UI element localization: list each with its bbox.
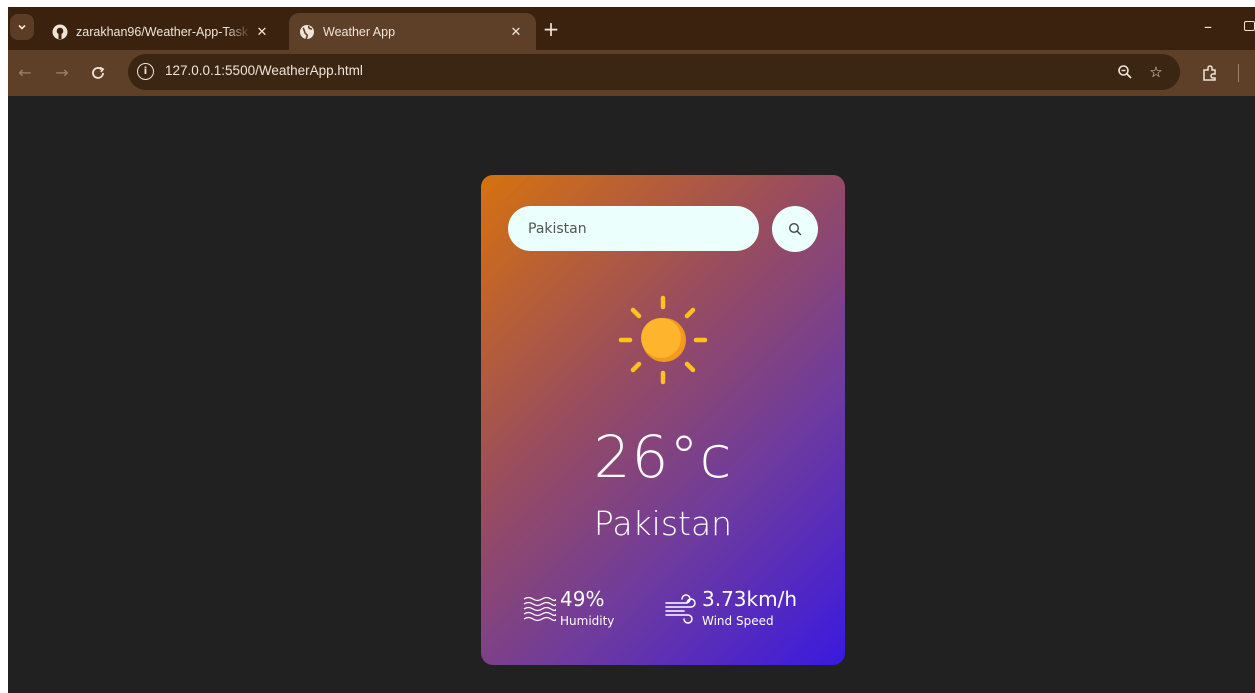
tab-strip: zarakhan96/Weather-App-Task ✕ Weather Ap… bbox=[8, 7, 1255, 50]
search-button[interactable] bbox=[772, 206, 818, 252]
search-icon bbox=[788, 222, 802, 236]
github-icon bbox=[52, 24, 68, 40]
tab-title: zarakhan96/Weather-App-Task bbox=[76, 24, 249, 39]
wind-icon bbox=[665, 594, 696, 624]
site-info-icon[interactable]: i bbox=[137, 63, 154, 80]
tab-weather-app[interactable]: Weather App ✕ bbox=[289, 13, 536, 50]
browser-window: zarakhan96/Weather-App-Task ✕ Weather Ap… bbox=[8, 7, 1255, 693]
tab-title: Weather App bbox=[323, 24, 396, 39]
chevron-down-icon bbox=[18, 24, 26, 30]
tab-github[interactable]: zarakhan96/Weather-App-Task ✕ bbox=[42, 13, 282, 50]
close-tab-icon[interactable]: ✕ bbox=[252, 22, 272, 42]
humidity-text: 49% Humidity bbox=[560, 587, 614, 628]
tab-search-button[interactable] bbox=[10, 14, 34, 40]
extensions-icon[interactable] bbox=[1198, 61, 1222, 85]
address-bar[interactable]: i 127.0.0.1:5500/WeatherApp.html ☆ bbox=[128, 54, 1180, 90]
humidity-detail: 49% Humidity bbox=[522, 587, 614, 628]
city-name: Pakistan bbox=[593, 504, 733, 543]
sun-icon bbox=[618, 295, 708, 385]
city-search-input[interactable] bbox=[508, 206, 759, 251]
back-button[interactable]: ← bbox=[13, 61, 37, 85]
globe-icon bbox=[299, 24, 315, 40]
page-viewport: 26°c Pakistan 49% Humidity bbox=[8, 96, 1255, 693]
close-tab-icon[interactable]: ✕ bbox=[506, 22, 526, 42]
humidity-label: Humidity bbox=[560, 614, 615, 628]
reload-button[interactable] bbox=[86, 61, 110, 85]
zoom-icon[interactable] bbox=[1115, 62, 1135, 82]
address-url[interactable]: 127.0.0.1:5500/WeatherApp.html bbox=[165, 63, 363, 78]
humidity-waves-icon bbox=[523, 596, 556, 622]
bookmark-star-icon[interactable]: ☆ bbox=[1146, 62, 1166, 82]
wind-detail: 3.73km/h Wind Speed bbox=[664, 587, 797, 628]
weather-card: 26°c Pakistan 49% Humidity bbox=[481, 175, 845, 665]
wind-speed-label: Wind Speed bbox=[702, 614, 774, 628]
wind-speed-value: 3.73km/h bbox=[702, 587, 798, 611]
minimize-button[interactable]: – bbox=[1198, 17, 1218, 37]
temperature: 26°c bbox=[593, 423, 733, 491]
toolbar-divider bbox=[1238, 64, 1239, 82]
new-tab-button[interactable]: + bbox=[539, 18, 563, 42]
maximize-button[interactable] bbox=[1244, 21, 1255, 31]
wind-text: 3.73km/h Wind Speed bbox=[702, 587, 797, 628]
humidity-value: 49% bbox=[560, 587, 605, 611]
forward-button[interactable]: → bbox=[50, 61, 74, 85]
reload-icon bbox=[92, 66, 105, 79]
browser-toolbar: ← → i 127.0.0.1:5500/WeatherApp.html ☆ bbox=[8, 50, 1255, 96]
